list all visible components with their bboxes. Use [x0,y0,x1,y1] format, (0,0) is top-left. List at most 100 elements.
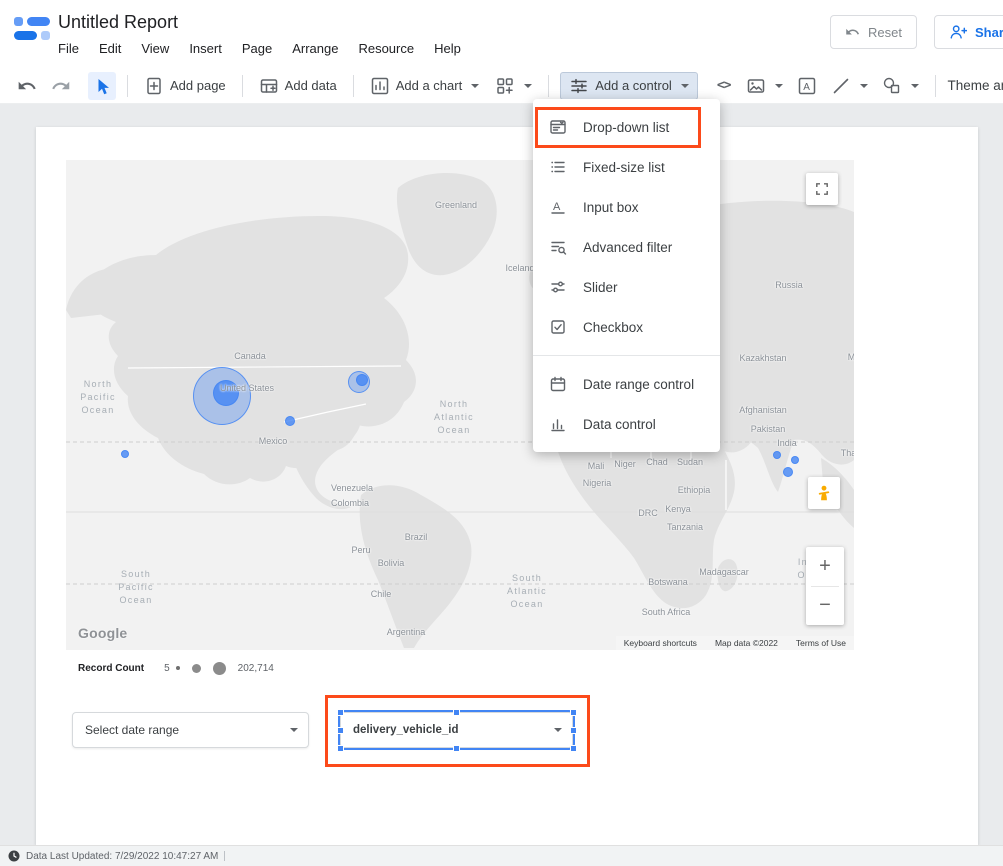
chevron-down-icon [681,84,689,88]
map-label: Chile [371,589,392,599]
menu-edit[interactable]: Edit [99,41,121,56]
menu-resource[interactable]: Resource [358,41,414,56]
menu-page[interactable]: Page [242,41,272,56]
map-label: Bolivia [378,558,405,568]
menu-item-slider[interactable]: Slider [533,267,720,307]
theme-and-layout-button[interactable]: Theme and layout [947,78,1003,93]
chevron-down-icon [911,84,919,88]
dropdown-filter-label: delivery_vehicle_id [353,724,458,736]
menu-item-date-range-control[interactable]: Date range control [533,364,720,404]
map-label: Nigeria [583,478,612,488]
selection-handle[interactable] [453,709,460,716]
add-chart-label: Add a chart [396,78,463,93]
pegman-icon [815,484,833,502]
redo-button[interactable] [46,72,76,100]
insert-shape-button[interactable] [877,72,924,100]
report-title[interactable]: Untitled Report [58,12,178,33]
selection-handle[interactable] [570,745,577,752]
undo-button[interactable] [12,72,42,100]
text-box-icon: A [797,76,817,96]
line-icon [831,76,851,96]
map-label: Russia [775,280,803,290]
insert-image-button[interactable] [741,72,788,100]
menu-arrange[interactable]: Arrange [292,41,338,56]
toolbar-divider [548,75,549,97]
menu-item-data-control[interactable]: Data control [533,404,720,444]
legend-dot-large [213,662,226,675]
looker-studio-app: Untitled Report File Edit View Insert Page Ar… [0,0,1003,866]
map-attribution-item[interactable]: Map data ©2022 [715,638,778,648]
add-data-button[interactable]: Add data [254,72,342,100]
cursor-icon [92,76,112,96]
zoom-in-button[interactable]: + [806,547,844,586]
insert-line-button[interactable] [826,72,873,100]
data-studio-logo[interactable] [14,16,50,42]
select-tool-button[interactable] [88,72,116,100]
map-label: Afghanistan [739,405,787,415]
person-add-icon [949,23,967,41]
date-range-label: Select date range [85,723,179,737]
community-viz-icon [495,76,515,96]
redo-icon [51,76,71,96]
report-canvas[interactable]: GreenlandIcelandCanadaUnited StatesMexic… [0,103,1003,845]
menu-insert[interactable]: Insert [189,41,222,56]
menu-item-checkbox[interactable]: Checkbox [533,307,720,347]
add-control-button[interactable]: Add a control [560,72,698,100]
legend-dot-medium [192,664,201,673]
data-freshness-icon [8,850,20,862]
menu-item-label: Slider [583,280,618,295]
street-view-pegman-button[interactable] [808,477,840,509]
map-attribution-item[interactable]: Terms of Use [796,638,846,648]
fullscreen-icon [814,181,830,197]
menu-item-input-box[interactable]: AInput box [533,187,720,227]
community-visualizations-button[interactable] [490,72,537,100]
top-bar: Untitled Report File Edit View Insert Page Ar… [0,0,1003,68]
map-label: Brazil [405,532,428,542]
menu-item-advanced-filter[interactable]: Advanced filter [533,227,720,267]
advanced-filter-icon [549,238,567,256]
menu-help[interactable]: Help [434,41,461,56]
undo-icon [17,76,37,96]
menu-view[interactable]: View [141,41,169,56]
embed-button[interactable]: <> [712,74,736,97]
report-page[interactable]: GreenlandIcelandCanadaUnited StatesMexic… [36,127,978,845]
selection-handle[interactable] [337,709,344,716]
map-fullscreen-button[interactable] [806,173,838,205]
shape-icon [882,76,902,96]
image-icon [746,76,766,96]
data-last-updated-text: Data Last Updated: 7/29/2022 10:47:27 AM [26,851,218,862]
dropdown-filter-control[interactable]: delivery_vehicle_id [340,712,573,748]
add-page-button[interactable]: Add page [139,72,231,100]
menu-item-label: Checkbox [583,320,643,335]
selection-handle[interactable] [570,709,577,716]
legend-dot-small [176,666,180,670]
date-range-control[interactable]: Select date range [72,712,309,748]
share-button[interactable]: Share [934,15,1003,49]
reset-button[interactable]: Reset [830,15,917,49]
add-chart-icon [370,76,390,96]
google-logo[interactable]: Google [78,625,127,641]
share-label: Share [975,25,1003,40]
selection-handle[interactable] [453,745,460,752]
status-divider [224,851,225,861]
bubble-map-chart[interactable]: GreenlandIcelandCanadaUnited StatesMexic… [66,160,854,650]
add-data-icon [259,76,279,96]
selection-handle[interactable] [570,727,577,734]
zoom-out-button[interactable]: − [806,587,844,626]
menu-file[interactable]: File [58,41,79,56]
map-attribution-item[interactable]: Keyboard shortcuts [624,638,697,648]
selection-handle[interactable] [337,727,344,734]
map-label: Botswana [648,577,688,587]
selection-handle[interactable] [337,745,344,752]
map-label: South Africa [642,607,691,617]
menu-item-drop-down-list[interactable]: Drop-down list [533,107,720,147]
insert-text-button[interactable]: A [792,72,822,100]
map-label: Mexico [259,436,288,446]
menu-divider [533,355,720,356]
add-chart-button[interactable]: Add a chart [365,72,485,100]
map-label: Thailand [841,448,854,458]
menu-item-fixed-size-list[interactable]: Fixed-size list [533,147,720,187]
toolbar: Add page Add data Add a chart [0,68,1003,104]
add-control-menu: Drop-down listFixed-size listAInput boxA… [533,99,720,452]
map-label: Greenland [435,200,477,210]
